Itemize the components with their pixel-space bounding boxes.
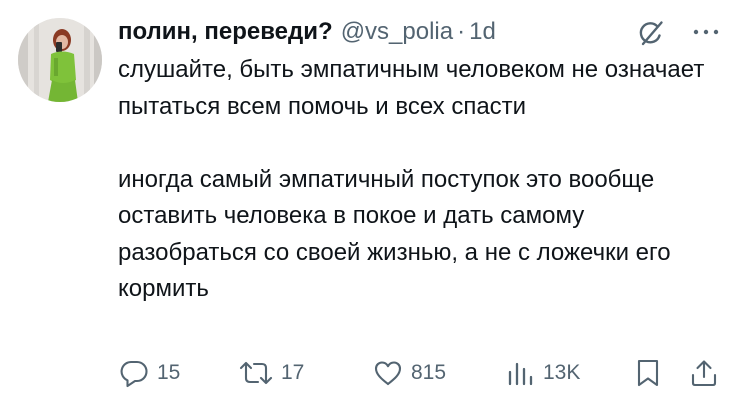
tweet-text: слушайте, быть эмпатичным человеком не о… [118,52,718,308]
tweet-paragraph-1: слушайте, быть эмпатичным человеком не о… [118,56,705,120]
share-icon [691,360,717,387]
tweet-paragraph-2: иногда самый эмпатичный поступок это воо… [118,165,671,303]
avatar-photo [18,18,102,102]
views-count: 13K [543,361,581,384]
bookmark-button[interactable] [634,356,662,390]
action-bar: 15 17 815 13K [118,356,726,390]
like-count: 815 [411,361,447,384]
repost-icon [239,361,273,385]
grok-icon[interactable] [636,18,666,48]
share-button[interactable] [688,356,720,390]
avatar[interactable] [18,18,102,102]
display-name[interactable]: полин, переведи? [118,18,333,46]
more-icon[interactable] [688,20,724,44]
repost-count: 17 [281,361,305,384]
timestamp[interactable]: 1d [469,18,496,46]
separator-dot: · [457,18,466,45]
bookmark-icon [637,359,659,387]
views-button[interactable]: 13K [504,356,580,390]
like-icon [374,361,402,386]
views-icon [508,362,533,386]
tweet-header: полин, переведи? @vs_polia · 1d [118,14,496,50]
tweet[interactable]: полин, переведи? @vs_polia · 1d слушайте… [0,0,740,408]
like-button[interactable]: 815 [372,356,446,390]
user-handle[interactable]: @vs_polia [341,18,453,46]
reply-count: 15 [157,361,181,384]
repost-button[interactable]: 17 [238,356,304,390]
reply-button[interactable]: 15 [118,356,180,390]
reply-icon [120,360,148,388]
